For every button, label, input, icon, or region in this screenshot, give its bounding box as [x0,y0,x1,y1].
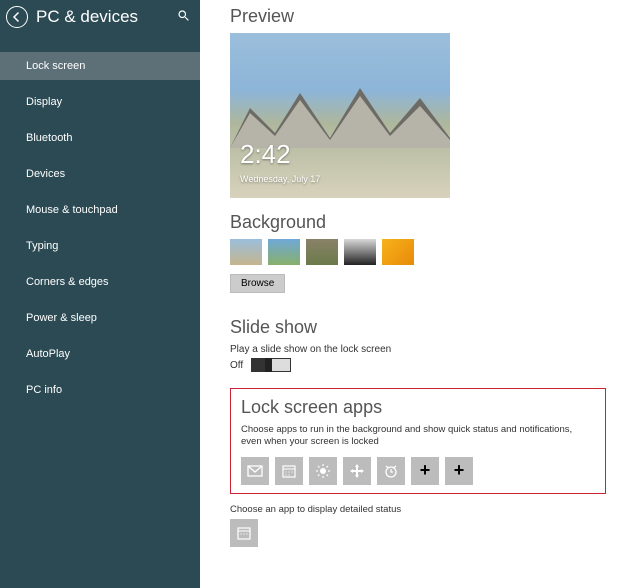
sidebar-item-label: Display [26,96,62,108]
detailed-status-section: Choose an app to display detailed status [230,504,606,547]
sidebar: PC & devices Lock screen Display Bluetoo… [0,0,200,588]
sidebar-item-typing[interactable]: Typing [0,232,200,260]
preview-date: Wednesday, July 17 [240,174,320,184]
detailed-status-app-slot[interactable] [230,519,258,547]
sidebar-item-label: Lock screen [26,60,85,72]
alarm-icon [383,463,399,479]
background-thumb-3[interactable] [306,239,338,265]
lock-screen-apps-section: Lock screen apps Choose apps to run in t… [230,388,606,494]
preview-heading: Preview [230,6,606,27]
slideshow-toggle-state: Off [230,360,243,371]
mail-icon [247,463,263,479]
app-slot-calendar[interactable] [275,457,303,485]
lock-screen-apps-description: Choose apps to run in the background and… [241,424,595,449]
quick-status-app-slots: + + [241,457,595,485]
app-slot-network[interactable] [343,457,371,485]
sidebar-item-lock-screen[interactable]: Lock screen [0,52,200,80]
sidebar-item-label: AutoPlay [26,348,70,360]
sidebar-item-label: Bluetooth [26,132,72,144]
mountain-illustration [230,78,450,148]
sidebar-item-pc-info[interactable]: PC info [0,376,200,404]
app-slot-add-1[interactable]: + [411,457,439,485]
app-slot-mail[interactable] [241,457,269,485]
sidebar-item-label: Devices [26,168,65,180]
lock-screen-apps-heading: Lock screen apps [241,397,595,418]
move-icon [349,463,365,479]
slideshow-toggle[interactable] [251,358,291,372]
slideshow-toggle-row: Off [230,358,606,372]
sidebar-item-bluetooth[interactable]: Bluetooth [0,124,200,152]
browse-button[interactable]: Browse [230,274,285,293]
preview-section: Preview 2:42 Wednesday, July 17 [230,6,606,198]
detailed-status-label: Choose an app to display detailed status [230,504,606,515]
toggle-knob [265,358,272,372]
sidebar-item-label: Corners & edges [26,276,109,288]
background-thumb-2[interactable] [268,239,300,265]
back-button[interactable] [6,6,28,28]
background-thumb-1[interactable] [230,239,262,265]
sidebar-item-label: Mouse & touchpad [26,204,118,216]
slideshow-section: Slide show Play a slide show on the lock… [230,317,606,372]
slideshow-label: Play a slide show on the lock screen [230,344,606,355]
sidebar-item-mouse-touchpad[interactable]: Mouse & touchpad [0,196,200,224]
plus-icon: + [420,460,431,481]
slideshow-heading: Slide show [230,317,606,338]
preview-time: 2:42 [240,139,291,170]
sidebar-header: PC & devices [0,0,200,34]
sidebar-item-label: PC info [26,384,62,396]
arrow-left-icon [11,11,23,23]
calendar-icon [281,463,297,479]
background-section: Background Browse [230,212,606,293]
sidebar-item-devices[interactable]: Devices [0,160,200,188]
background-thumb-5[interactable] [382,239,414,265]
sidebar-item-label: Power & sleep [26,312,97,324]
lock-screen-preview[interactable]: 2:42 Wednesday, July 17 [230,33,450,198]
sidebar-item-corners-edges[interactable]: Corners & edges [0,268,200,296]
sidebar-item-display[interactable]: Display [0,88,200,116]
app-slot-add-2[interactable]: + [445,457,473,485]
sun-icon [315,463,331,479]
background-heading: Background [230,212,606,233]
search-button[interactable] [177,9,190,25]
calendar-icon [236,525,252,541]
background-thumb-4[interactable] [344,239,376,265]
main-panel: Preview 2:42 Wednesday, July 17 Backgrou… [200,0,624,588]
search-icon [177,9,190,22]
app-slot-alarm[interactable] [377,457,405,485]
plus-icon: + [454,460,465,481]
sidebar-item-label: Typing [26,240,58,252]
app-slot-weather[interactable] [309,457,337,485]
sidebar-item-power-sleep[interactable]: Power & sleep [0,304,200,332]
sidebar-items: Lock screen Display Bluetooth Devices Mo… [0,52,200,412]
sidebar-item-autoplay[interactable]: AutoPlay [0,340,200,368]
background-thumbnails [230,239,606,265]
page-title: PC & devices [36,7,177,27]
